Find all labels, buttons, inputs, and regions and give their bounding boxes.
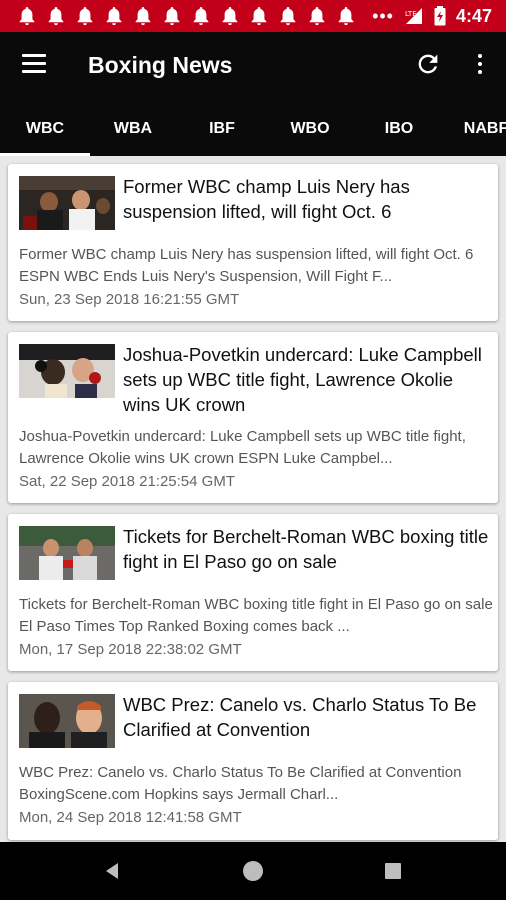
news-card[interactable]: Joshua-Povetkin undercard: Luke Campbell… — [8, 332, 498, 503]
more-vert-icon — [478, 54, 482, 58]
tab-ibo[interactable]: IBO — [354, 100, 444, 156]
tab-wba[interactable]: WBA — [88, 100, 178, 156]
bell-icon — [193, 7, 209, 26]
more-options-button[interactable] — [470, 50, 490, 78]
article-headline: Tickets for Berchelt-Roman WBC boxing ti… — [123, 526, 489, 572]
bell-icon — [48, 7, 64, 26]
lte-label: LTE — [405, 10, 417, 18]
menu-icon — [22, 54, 46, 57]
article-date: Sat, 22 Sep 2018 21:25:54 GMT — [19, 473, 235, 490]
app-bar: Boxing News — [0, 32, 506, 100]
article-thumbnail — [19, 526, 115, 580]
tab-nabf[interactable]: NABF — [446, 100, 506, 156]
news-card[interactable]: Tickets for Berchelt-Roman WBC boxing ti… — [8, 514, 498, 671]
tab-ibf[interactable]: IBF — [178, 100, 266, 156]
home-icon[interactable] — [243, 861, 263, 881]
notification-icons — [18, 6, 355, 26]
article-summary: WBC Prez: Canelo vs. Charlo Status To Be… — [19, 764, 462, 803]
article-thumbnail — [19, 176, 115, 230]
bell-icon — [19, 7, 35, 26]
tab-wbc[interactable]: WBC — [0, 100, 90, 156]
bell-icon — [251, 7, 267, 26]
recents-icon[interactable] — [385, 863, 401, 879]
overflow-indicator: ••• — [372, 6, 394, 26]
menu-button[interactable] — [22, 54, 48, 76]
tab-bar: WBC WBA IBF WBO IBO NABF — [0, 100, 506, 156]
article-summary: Former WBC champ Luis Nery has suspensio… — [19, 246, 474, 285]
bell-icon — [164, 7, 180, 26]
clock: 4:47 — [455, 5, 492, 26]
system-nav-bar — [0, 842, 506, 900]
news-card[interactable]: Former WBC champ Luis Nery has suspensio… — [8, 164, 498, 321]
bell-icon — [135, 7, 151, 26]
bell-icon — [280, 7, 296, 26]
article-headline: Joshua-Povetkin undercard: Luke Campbell… — [123, 344, 482, 415]
status-bar: ••• LTE 4:47 — [0, 0, 506, 32]
back-icon[interactable] — [102, 861, 122, 881]
article-summary: Joshua-Povetkin undercard: Luke Campbell… — [19, 428, 466, 467]
bell-icon — [222, 7, 238, 26]
refresh-button[interactable] — [414, 50, 442, 78]
battery-icon — [434, 6, 446, 26]
app-title: Boxing News — [88, 52, 233, 78]
article-thumbnail — [19, 694, 115, 748]
lte-signal-icon: LTE — [405, 8, 422, 24]
tab-wbo[interactable]: WBO — [264, 100, 356, 156]
article-date: Mon, 17 Sep 2018 22:38:02 GMT — [19, 641, 242, 658]
news-card[interactable]: WBC Prez: Canelo vs. Charlo Status To Be… — [8, 682, 498, 840]
article-thumbnail — [19, 344, 115, 398]
article-summary: Tickets for Berchelt-Roman WBC boxing ti… — [19, 596, 493, 635]
article-headline: Former WBC champ Luis Nery has suspensio… — [123, 176, 410, 222]
article-headline: WBC Prez: Canelo vs. Charlo Status To Be… — [123, 694, 477, 740]
refresh-icon — [418, 54, 438, 74]
bell-icon — [309, 7, 325, 26]
bell-icon — [106, 7, 122, 26]
bell-icon — [338, 7, 354, 26]
bell-icon — [77, 7, 93, 26]
article-date: Sun, 23 Sep 2018 16:21:55 GMT — [19, 291, 240, 308]
article-date: Mon, 24 Sep 2018 12:41:58 GMT — [19, 809, 242, 826]
